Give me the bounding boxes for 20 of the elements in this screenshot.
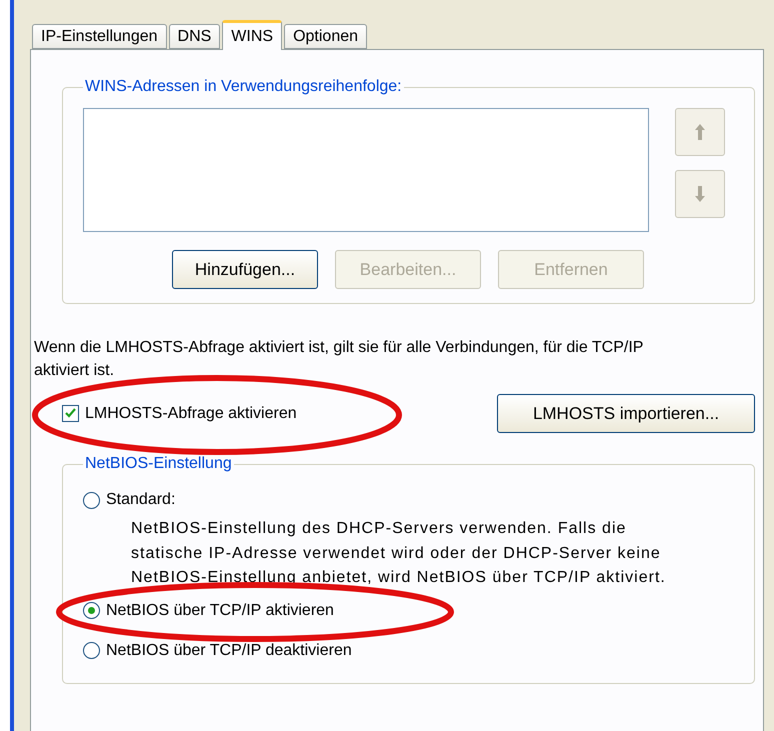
radio-button[interactable] <box>83 492 100 508</box>
radio-label: NetBIOS über TCP/IP aktivieren <box>106 602 334 620</box>
tab[interactable]: Optionen <box>284 24 368 49</box>
import-button[interactable]: LMHOSTS importieren... <box>497 394 755 433</box>
group-title: WINS-Adressen in Verwendungsreihenfolge: <box>84 78 403 96</box>
tab[interactable]: DNS <box>168 24 220 49</box>
checkbox[interactable] <box>62 405 79 422</box>
checkbox-label: LMHOSTS-Abfrage aktivieren <box>85 404 297 422</box>
radio-label: Standard: <box>106 491 176 509</box>
tab[interactable]: IP-Einstellungen <box>32 24 167 49</box>
option-description: NetBIOS-Einstellung des DHCP-Servers verwenden. Falls die statische IP-Adresse verwendet wird oder der DHCP-Server keine NetBIOS-Einstellung anbietet, wird NetBIOS über TCP/IP aktiviert. <box>131 519 667 588</box>
arrow-up-icon <box>693 122 707 142</box>
radio-label: NetBIOS über TCP/IP deaktivieren <box>106 642 352 660</box>
action-button[interactable]: Hinzufügen... <box>172 250 318 289</box>
arrow-down-icon <box>693 184 707 204</box>
group-title: NetBIOS-Einstellung <box>84 455 233 473</box>
tab[interactable]: WINS <box>222 20 282 50</box>
radio-button[interactable] <box>83 642 100 659</box>
radio-button[interactable] <box>83 602 100 619</box>
info-text: Wenn die LMHOSTS-Abfrage aktiviert ist, gilt sie für alle Verbindungen, für die TCP/IP aktiviert ist. <box>34 338 644 381</box>
